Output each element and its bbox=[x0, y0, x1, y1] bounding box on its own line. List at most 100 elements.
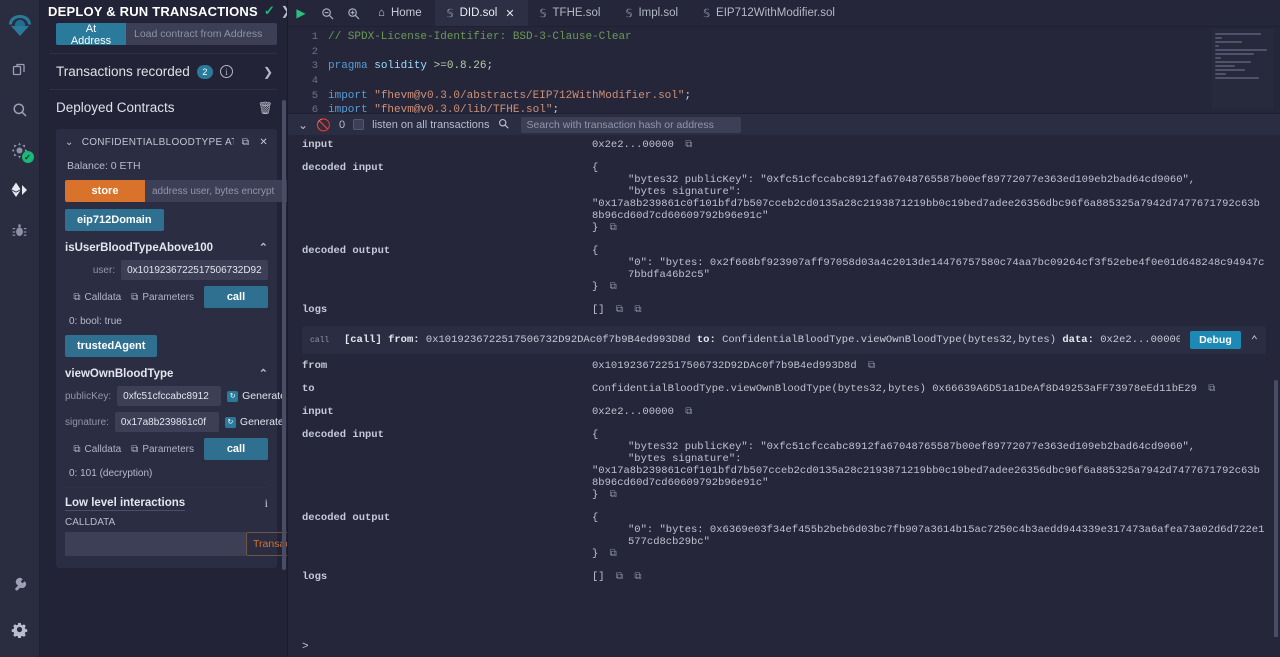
terminal-search-input[interactable] bbox=[520, 116, 741, 133]
at-address-button[interactable]: At Address bbox=[56, 23, 126, 47]
copy-icon[interactable]: ⧉ bbox=[1208, 384, 1215, 395]
listen-on-all-transactions-checkbox[interactable] bbox=[353, 119, 365, 130]
data-label: data: bbox=[1062, 334, 1094, 346]
copy-icon[interactable]: ⧉ bbox=[685, 407, 692, 418]
tab-home[interactable]: ⌂ Home bbox=[366, 0, 435, 26]
fn2-signature-generate-button[interactable]: ↻ Generate bbox=[224, 416, 284, 428]
settings-icon[interactable] bbox=[0, 609, 40, 649]
fn2-signature-input[interactable] bbox=[114, 412, 219, 432]
panel-check-icon: ✓ bbox=[263, 3, 275, 18]
close-contract-icon[interactable]: ✕ bbox=[259, 137, 268, 148]
contract-expand-icon[interactable]: ⌄ bbox=[65, 137, 74, 148]
low-level-title: Low level interactions bbox=[65, 496, 186, 511]
data-value: 0x2e2...00000 bbox=[1100, 334, 1181, 346]
copy-icon-2[interactable]: ⧉ bbox=[634, 572, 641, 583]
debugger-icon[interactable] bbox=[0, 210, 40, 250]
code-line: 1 // SPDX-License-Identifier: BSD-3-Clau… bbox=[288, 30, 1280, 45]
fn2-calldata-action[interactable]: ⧉ Calldata bbox=[73, 444, 121, 455]
fn1-call-button[interactable]: call bbox=[204, 286, 268, 308]
at-address-input[interactable] bbox=[126, 23, 277, 45]
row-value: ConfidentialBloodType.viewOwnBloodType(b… bbox=[592, 383, 1266, 395]
line-number: 5 bbox=[311, 89, 318, 102]
function-group-viewownbloodtype: viewOwnBloodType ⌃ publicKey: ↻ Generate… bbox=[65, 367, 286, 480]
editor-tab-bar: ▶ ⌂ Home 𝕊 DID.sol ✕ 𝕊 TFHE.sol 𝕊 Impl.s… bbox=[288, 0, 1280, 27]
call-summary: [call] from: 0x1019236722517506732D92DAc… bbox=[344, 334, 1180, 346]
copy-icon[interactable]: ⧉ bbox=[616, 305, 623, 316]
trustedagent-button[interactable]: trustedAgent bbox=[65, 335, 158, 357]
debug-button[interactable]: Debug bbox=[1190, 331, 1241, 349]
fn2-publickey-generate-button[interactable]: ↻ Generate bbox=[227, 390, 286, 402]
tab-eip712withmodifier-sol[interactable]: 𝕊 EIP712WithModifier.sol bbox=[691, 0, 848, 26]
line-number: 3 bbox=[311, 60, 318, 73]
fn2-generate-label-1: Generate bbox=[242, 390, 286, 402]
calldata-input[interactable] bbox=[65, 532, 246, 556]
close-icon[interactable]: ✕ bbox=[505, 7, 514, 20]
logs-value: [] bbox=[592, 304, 605, 316]
solidity-compiler-icon[interactable]: ✓ bbox=[0, 130, 40, 170]
copy-address-icon[interactable]: ⧉ bbox=[242, 137, 249, 148]
transactions-recorded-row[interactable]: Transactions recorded 2 i ❯ bbox=[40, 54, 287, 89]
copy-icon[interactable]: ⧉ bbox=[868, 361, 875, 372]
fn2-parameters-action[interactable]: ⧉ Parameters bbox=[131, 444, 194, 455]
fn2-result: 0: 101 (decryption) bbox=[69, 468, 153, 479]
low-level-info-icon[interactable]: i bbox=[265, 496, 268, 511]
solidity-file-icon-4: 𝕊 bbox=[703, 7, 711, 20]
tab-impl-sol[interactable]: 𝕊 Impl.sol bbox=[613, 0, 691, 26]
run-icon[interactable]: ▶ bbox=[288, 0, 314, 26]
panel-scrollbar[interactable] bbox=[282, 100, 286, 570]
row-label: decoded input bbox=[302, 162, 384, 174]
zoom-in-icon[interactable] bbox=[340, 0, 366, 26]
zoom-out-icon[interactable] bbox=[314, 0, 340, 26]
copy-icon[interactable]: ⧉ bbox=[610, 490, 617, 501]
fn1-parameters-label: Parameters bbox=[142, 291, 194, 303]
code-line: 6 import "fhevm@v0.3.0/lib/TFHE.sol"; bbox=[288, 103, 1280, 113]
copy-icon[interactable]: ⧉ bbox=[616, 572, 623, 583]
tab-did-sol[interactable]: 𝕊 DID.sol ✕ bbox=[434, 0, 528, 26]
terminal-scrollbar[interactable] bbox=[1274, 380, 1278, 637]
copy-icon[interactable]: ⧉ bbox=[610, 223, 617, 234]
fn2-title: viewOwnBloodType bbox=[65, 367, 174, 380]
trash-icon[interactable]: 🗑 bbox=[258, 101, 273, 115]
panel-title: DEPLOY & RUN TRANSACTIONS bbox=[48, 3, 258, 19]
fn1-parameters-action[interactable]: ⧉ Parameters bbox=[131, 292, 194, 303]
store-button[interactable]: store bbox=[65, 180, 145, 202]
tab-tfhe-sol[interactable]: 𝕊 TFHE.sol bbox=[528, 0, 614, 26]
code-editor[interactable]: 1 // SPDX-License-Identifier: BSD-3-Clau… bbox=[288, 27, 1280, 113]
remix-logo-icon[interactable] bbox=[0, 6, 40, 46]
row-value: { "0": "bytes: 0x6369e03f34ef455b2beb6d0… bbox=[592, 512, 1266, 560]
fn1-user-input[interactable] bbox=[121, 260, 268, 280]
copy-icon[interactable]: ⧉ bbox=[685, 140, 692, 151]
panel-collapse-icon[interactable]: ❯ bbox=[281, 4, 287, 18]
eip712domain-button[interactable]: eip712Domain bbox=[65, 209, 164, 231]
transact-button[interactable]: Transact bbox=[246, 532, 287, 556]
fn1-collapse-icon[interactable]: ⌃ bbox=[259, 241, 268, 254]
tab-impl-sol-label: Impl.sol bbox=[638, 7, 679, 19]
fn2-calldata-label: Calldata bbox=[84, 443, 122, 455]
tab-home-label: Home bbox=[390, 7, 422, 19]
fn2-collapse-icon[interactable]: ⌃ bbox=[259, 367, 268, 380]
copy-icon[interactable]: ⧉ bbox=[610, 282, 617, 293]
at-address-row: At Address bbox=[56, 23, 277, 47]
file-explorer-icon[interactable] bbox=[0, 50, 40, 90]
search-icon[interactable] bbox=[0, 90, 40, 130]
fn1-calldata-label: Calldata bbox=[84, 291, 122, 303]
clear-console-icon[interactable]: 🚫 bbox=[316, 118, 331, 132]
fn1-calldata-action[interactable]: ⧉ Calldata bbox=[73, 292, 121, 303]
copy-icon[interactable]: ⧉ bbox=[610, 549, 617, 560]
fn2-call-button[interactable]: call bbox=[204, 438, 268, 460]
fn2-publickey-input[interactable] bbox=[117, 386, 222, 406]
editor-minimap[interactable] bbox=[1212, 29, 1274, 109]
plugin-manager-icon[interactable] bbox=[0, 565, 40, 605]
chevron-double-down-icon[interactable]: ⌄ bbox=[298, 118, 308, 132]
store-input[interactable] bbox=[145, 180, 287, 202]
row-value: 0x2e2...00000 ⧉ bbox=[592, 406, 1266, 418]
collapse-call-icon[interactable]: ⌃ bbox=[1251, 333, 1258, 348]
transactions-expand-icon[interactable]: ❯ bbox=[263, 65, 273, 79]
code-line: 4 bbox=[288, 74, 1280, 89]
info-icon[interactable]: i bbox=[219, 65, 233, 78]
terminal-prompt[interactable]: > bbox=[288, 637, 1280, 657]
search-icon-terminal[interactable] bbox=[498, 118, 509, 132]
deploy-run-transactions-icon[interactable] bbox=[0, 170, 40, 210]
transaction-call-header[interactable]: call [call] from: 0x1019236722517506732D… bbox=[302, 326, 1266, 354]
copy-icon-2[interactable]: ⧉ bbox=[634, 305, 641, 316]
